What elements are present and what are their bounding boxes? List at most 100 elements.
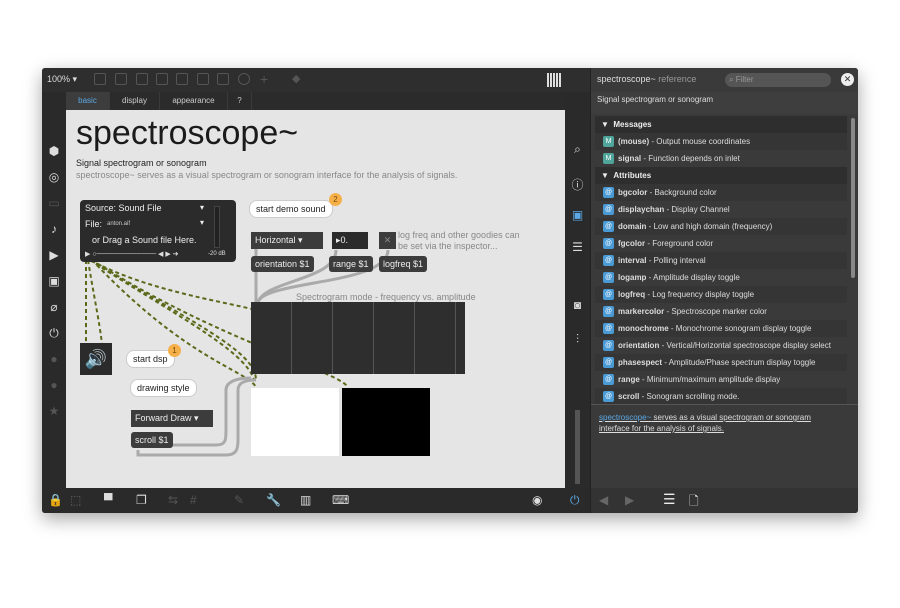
zoom-select[interactable]: 100% ▾ <box>47 74 77 85</box>
attribute-icon: @ <box>603 306 614 318</box>
attribute-item[interactable]: @ domain - Low and high domain (frequency… <box>595 218 847 235</box>
attribute-item[interactable]: @ monochrome - Monochrome sonogram displa… <box>595 320 847 337</box>
back-icon[interactable]: ◀ <box>599 493 608 507</box>
comment-tool-icon[interactable] <box>136 73 148 85</box>
toggle-tool-icon[interactable] <box>156 73 168 85</box>
menu-icon[interactable]: ☰ <box>663 491 676 508</box>
attribute-item[interactable]: @ orientation - Vertical/Horizontal spect… <box>595 337 847 354</box>
vizzie-icon[interactable]: ● <box>47 352 61 366</box>
tab-basic[interactable]: basic <box>66 92 110 110</box>
add-icon[interactable]: + <box>260 71 268 87</box>
camera-icon[interactable]: ◙ <box>570 298 585 312</box>
playlist-player[interactable]: Source: Sound File ▾ File: anton.aif ▾ o… <box>80 200 236 262</box>
media-icon[interactable]: ▶ <box>47 248 61 262</box>
sonogram-black[interactable] <box>342 388 430 456</box>
file-name[interactable]: anton.aif <box>107 221 130 227</box>
info-icon[interactable]: ⓘ <box>570 176 585 193</box>
logfreq-toggle[interactable]: ✕ <box>379 232 396 249</box>
video-icon[interactable]: ▭ <box>47 196 61 210</box>
keyboard-icon[interactable]: ⌨ <box>332 493 349 507</box>
logfreq-message[interactable]: logfreq $1 <box>379 256 428 272</box>
attribute-item[interactable]: @ bgcolor - Background color <box>595 184 847 201</box>
tab-appearance[interactable]: appearance <box>160 92 228 110</box>
transport-icon[interactable]: ◉ <box>532 493 542 507</box>
grid-icon[interactable] <box>547 73 561 87</box>
lock-icon[interactable]: 🔒 <box>48 493 63 507</box>
attribute-item[interactable]: @ displaychan - Display Channel <box>595 201 847 218</box>
range-value: 0. <box>340 235 349 245</box>
windows-icon[interactable]: ❐ <box>136 493 147 507</box>
star-icon[interactable]: ★ <box>47 404 61 418</box>
attribute-item[interactable]: @ fgcolor - Foreground color <box>595 235 847 252</box>
step-badge: 2 <box>329 193 342 206</box>
grid-snap-icon[interactable]: # <box>190 493 197 507</box>
close-icon[interactable]: ✕ <box>841 73 854 86</box>
search-icon[interactable]: ⌕ <box>570 142 585 157</box>
reference-link[interactable]: spectroscope~ <box>599 413 651 422</box>
messages-section-header[interactable]: ▼ Messages <box>595 116 847 133</box>
draw-mode-menu[interactable]: Forward Draw ▾ <box>131 410 213 427</box>
beap-icon[interactable]: ● <box>47 378 61 392</box>
plug-icon[interactable]: ⏻ <box>47 326 61 341</box>
attribute-item[interactable]: @ interval - Polling interval <box>595 252 847 269</box>
item-name: bgcolor <box>618 188 648 197</box>
number-tool-icon[interactable] <box>197 73 209 85</box>
presentation-icon[interactable]: ▀ <box>104 493 113 507</box>
message-item[interactable]: M (mouse) - Output mouse coordinates <box>595 133 847 150</box>
target-icon[interactable]: ◎ <box>47 170 61 184</box>
reference-summary: Signal spectrogram or sonogram <box>591 92 858 114</box>
orientation-menu[interactable]: Horizontal ▾ <box>251 232 323 249</box>
slider-tool-icon[interactable] <box>217 73 229 85</box>
reference-icon[interactable]: ▣ <box>570 208 585 222</box>
attribute-item[interactable]: @ markercolor - Spectroscope marker color <box>595 303 847 320</box>
dial-tool-icon[interactable] <box>238 73 250 85</box>
tab-display[interactable]: display <box>110 92 160 110</box>
tab-help[interactable]: ? <box>228 92 252 110</box>
sonogram-white[interactable] <box>251 388 339 456</box>
forward-icon[interactable]: ▶ <box>625 493 634 507</box>
filter-input[interactable]: ⌕ Filter <box>725 73 831 87</box>
attribute-item[interactable]: @ phasespect - Amplitude/Phase spectrum d… <box>595 354 847 371</box>
scroll-message[interactable]: scroll $1 <box>131 432 173 448</box>
dsp-power-icon[interactable]: ⏻ <box>570 493 580 508</box>
range-message[interactable]: range $1 <box>329 256 373 272</box>
paperclip-icon[interactable]: ⌀ <box>47 300 61 314</box>
select-icon[interactable]: ⬚ <box>70 493 81 507</box>
music-icon[interactable]: ♪ <box>47 222 61 236</box>
message-item[interactable]: Msignal - Function depends on inlet <box>595 150 847 167</box>
button-tool-icon[interactable] <box>176 73 188 85</box>
source-menu[interactable]: Source: Sound File <box>85 203 162 213</box>
orientation-message[interactable]: orientation $1 <box>251 256 314 272</box>
image-icon[interactable]: ▣ <box>47 274 61 288</box>
document-icon[interactable]: 🗋 <box>689 492 699 513</box>
item-description: - Polling interval <box>646 256 706 265</box>
play-icon[interactable]: ▶ ○──────────── ◀ ▶ ➜ <box>85 250 179 258</box>
message-tool-icon[interactable] <box>115 73 127 85</box>
attribute-item[interactable]: @ logfreq - Log frequency display toggle <box>595 286 847 303</box>
paint-bucket-icon[interactable]: ◆ <box>292 72 300 85</box>
speaker-icon[interactable]: 🔊 <box>80 343 112 375</box>
reference-bottom-bar: ◀ ▶ ☰ 🗋 <box>591 488 858 513</box>
attributes-section-header[interactable]: ▼ Attributes <box>595 167 847 184</box>
add-clip-icon[interactable]: ✎ <box>234 493 244 507</box>
scrollbar[interactable] <box>851 118 855 278</box>
patcher-toolbar: 100% ▾ + ◆ <box>42 68 590 92</box>
attribute-icon: @ <box>603 323 614 335</box>
mixer-icon[interactable]: ⫶ <box>570 332 585 347</box>
max-window: 100% ▾ + ◆ basic display appearance ? ⬢ … <box>42 68 858 513</box>
start-dsp-bubble: start dsp <box>126 350 175 368</box>
attribute-item[interactable]: @ scroll - Sonogram scrolling mode. <box>595 388 847 405</box>
item-name: orientation <box>618 341 660 350</box>
range-number-box[interactable]: ▸0. <box>332 232 368 249</box>
spectroscope-display[interactable] <box>251 302 465 374</box>
wrench-icon[interactable]: 🔧 <box>266 493 281 507</box>
snap-icon[interactable]: ⇆ <box>168 493 178 507</box>
attribute-item[interactable]: @ logamp - Amplitude display toggle <box>595 269 847 286</box>
object-tool-icon[interactable] <box>94 73 106 85</box>
attribute-item[interactable]: @ range - Minimum/maximum amplitude displ… <box>595 371 847 388</box>
volume-slider[interactable] <box>575 410 580 484</box>
packages-icon[interactable]: ⬢ <box>47 144 61 158</box>
patcher-canvas[interactable]: spectroscope~ Signal spectrogram or sono… <box>66 110 565 488</box>
piano-icon[interactable]: ▥ <box>300 493 311 507</box>
list-icon[interactable]: ☰ <box>570 240 585 254</box>
